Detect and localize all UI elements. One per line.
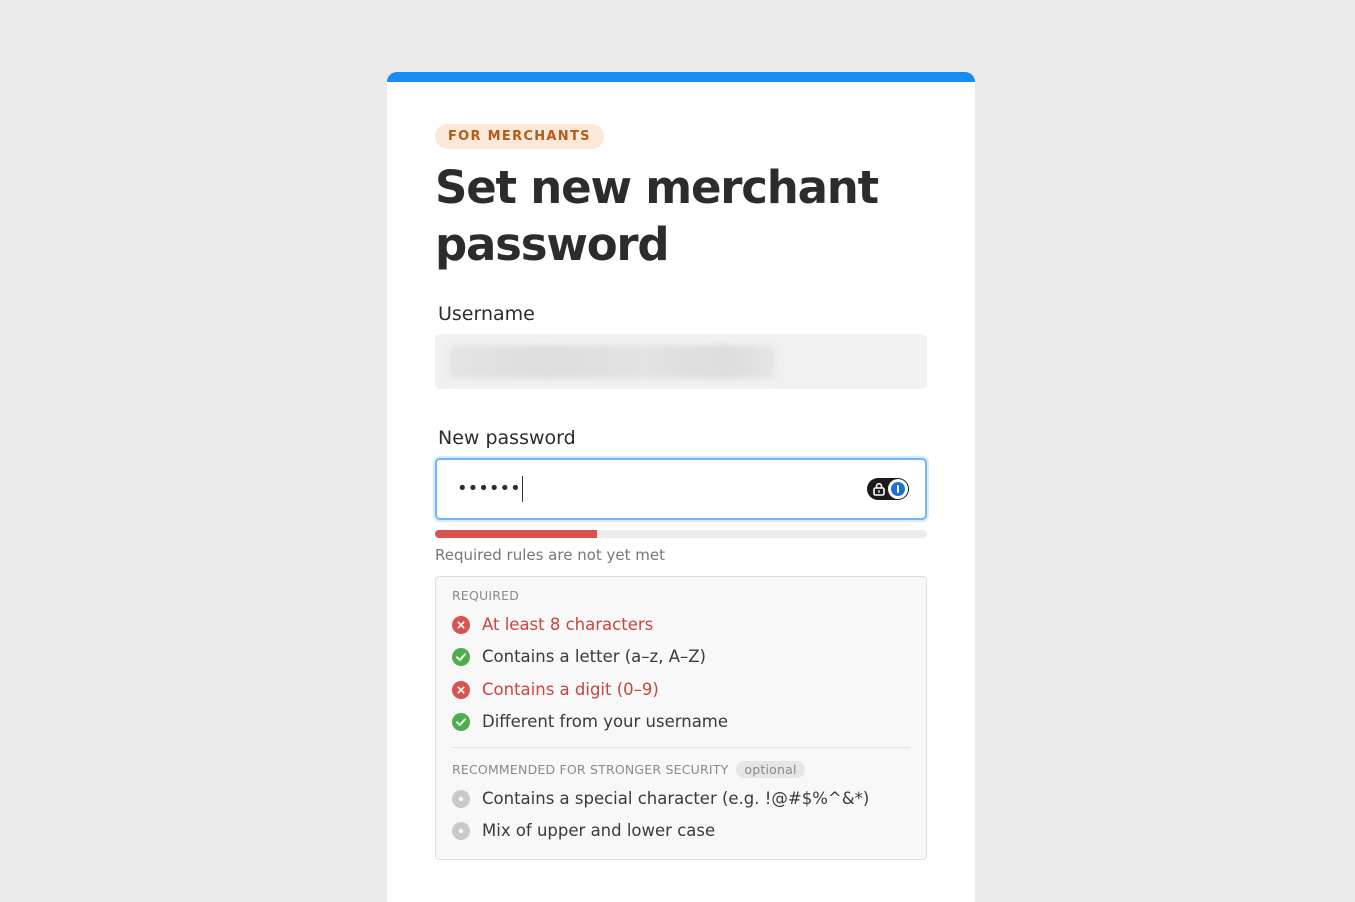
password-rule-text: Different from your username <box>482 711 729 731</box>
password-rule-text: At least 8 characters <box>482 615 654 634</box>
password-strength-status: Required rules are not yet met <box>435 546 666 564</box>
dot-circle-icon <box>452 822 470 840</box>
password-strength-meter <box>435 530 927 538</box>
username-field[interactable] <box>435 334 927 389</box>
password-rules-panel: REQUIRED RECOMMENDED FOR STRONGER SECURI… <box>435 576 927 860</box>
optional-badge: optional <box>736 761 805 778</box>
password-manager-toggle-icon[interactable] <box>867 478 909 500</box>
rules-divider <box>452 747 910 748</box>
required-rules-heading: REQUIRED <box>452 588 520 603</box>
merchant-badge: FOR MERCHANTS <box>435 124 604 149</box>
recommended-rules-heading: RECOMMENDED FOR STRONGER SECURITY optiona… <box>452 761 805 778</box>
password-rule-text: Contains a digit (0–9) <box>482 679 659 699</box>
password-reset-card: FOR MERCHANTS Set new merchant password … <box>387 72 975 902</box>
username-label: Username <box>438 303 535 325</box>
username-value-redacted <box>449 345 776 379</box>
password-strength-fill <box>435 530 598 538</box>
card-accent-bar <box>387 72 975 82</box>
password-manager-logo-icon <box>888 479 908 499</box>
card-content: FOR MERCHANTS Set new merchant password … <box>435 124 927 860</box>
password-rule-text: Contains a special character (e.g. !@#$%… <box>482 789 870 808</box>
x-circle-icon <box>452 680 470 699</box>
dot-circle-icon <box>452 790 470 808</box>
lock-icon <box>873 482 885 496</box>
page-title: Set new merchant password <box>435 161 879 271</box>
new-password-label: New password <box>438 427 576 449</box>
password-rule-text: Mix of upper and lower case <box>482 821 716 840</box>
password-rule-text: Contains a letter (a–z, A–Z) <box>482 647 706 667</box>
check-circle-icon <box>452 648 470 667</box>
new-password-input[interactable]: •••••• <box>435 458 927 520</box>
password-masked-value: •••••• <box>457 476 523 502</box>
x-circle-icon <box>452 616 470 634</box>
check-circle-icon <box>452 712 470 731</box>
text-caret <box>521 476 523 502</box>
